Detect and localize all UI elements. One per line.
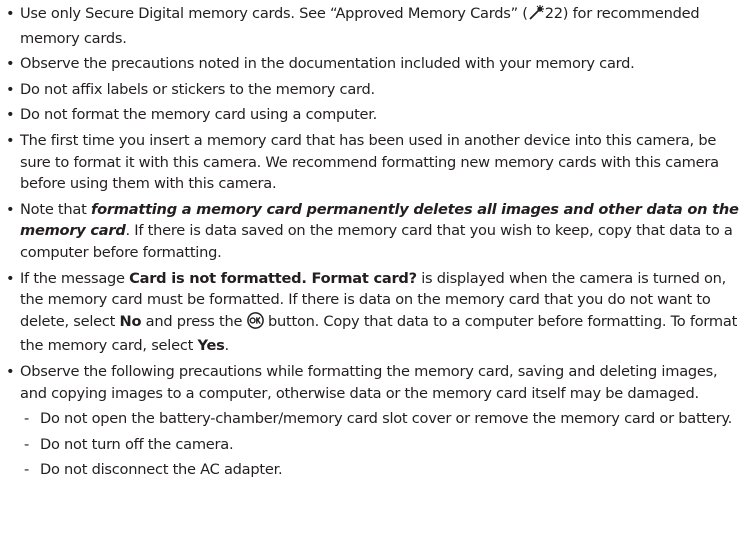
- list-item: • Observe the following precautions whil…: [6, 361, 740, 481]
- sub-list-item: - Do not disconnect the AC adapter.: [20, 459, 740, 481]
- sub-item-text: Do not open the battery-chamber/memory c…: [40, 410, 733, 428]
- list-item: • Use only Secure Digital memory cards. …: [6, 3, 740, 49]
- bullet-marker: •: [6, 106, 15, 124]
- list-item: • Observe the precautions noted in the d…: [6, 53, 740, 75]
- list-item: • Do not format the memory card using a …: [6, 104, 740, 126]
- tip-reference-icon: [528, 5, 545, 28]
- list-item: • Note that formatting a memory card per…: [6, 199, 740, 264]
- bullet-marker: •: [6, 5, 15, 22]
- bullet-marker: •: [6, 200, 15, 218]
- dash-marker: -: [24, 435, 30, 453]
- list-item: • If the message Card is not formatted. …: [6, 268, 740, 357]
- list-item: • Do not affix labels or stickers to the…: [6, 79, 740, 101]
- option-yes: Yes: [197, 337, 225, 355]
- bullet-text: Use only Secure Digital memory cards. Se…: [20, 5, 528, 22]
- bullet-marker: •: [6, 269, 15, 287]
- sub-item-text: Do not turn off the camera.: [40, 435, 234, 453]
- bullet-marker: •: [6, 362, 15, 380]
- bullet-marker: •: [6, 80, 15, 98]
- bullet-text: Do not format the memory card using a co…: [20, 106, 378, 124]
- bullet-text: If the message: [20, 269, 130, 287]
- bullet-text: Do not affix labels or stickers to the m…: [20, 80, 375, 98]
- sub-precautions-list: - Do not open the battery-chamber/memory…: [20, 408, 740, 481]
- sub-item-text: Do not disconnect the AC adapter.: [40, 461, 283, 479]
- bullet-text: Note that: [20, 200, 91, 218]
- document-page: • Use only Secure Digital memory cards. …: [0, 0, 745, 542]
- bullet-text: .: [224, 337, 230, 355]
- bullet-text: . If there is data saved on the memory c…: [20, 222, 733, 261]
- sub-list-item: - Do not open the battery-chamber/memory…: [20, 408, 740, 430]
- bullet-marker: •: [6, 55, 15, 73]
- list-item: • The first time you insert a memory car…: [6, 130, 740, 195]
- bullet-text: and press the: [141, 312, 247, 330]
- dash-marker: -: [24, 461, 30, 479]
- bullet-marker: •: [6, 131, 15, 149]
- precautions-list: • Use only Secure Digital memory cards. …: [6, 3, 740, 485]
- bullet-text: Observe the following precautions while …: [20, 362, 718, 402]
- dash-marker: -: [24, 410, 30, 428]
- bullet-text: Observe the precautions noted in the doc…: [20, 55, 635, 73]
- ok-button-icon: [246, 311, 264, 336]
- bullet-text: The first time you insert a memory card …: [20, 131, 719, 193]
- sub-list-item: - Do not turn off the camera.: [20, 434, 740, 456]
- option-no: No: [119, 312, 142, 330]
- message-text: Card is not formatted. Format card?: [129, 269, 417, 287]
